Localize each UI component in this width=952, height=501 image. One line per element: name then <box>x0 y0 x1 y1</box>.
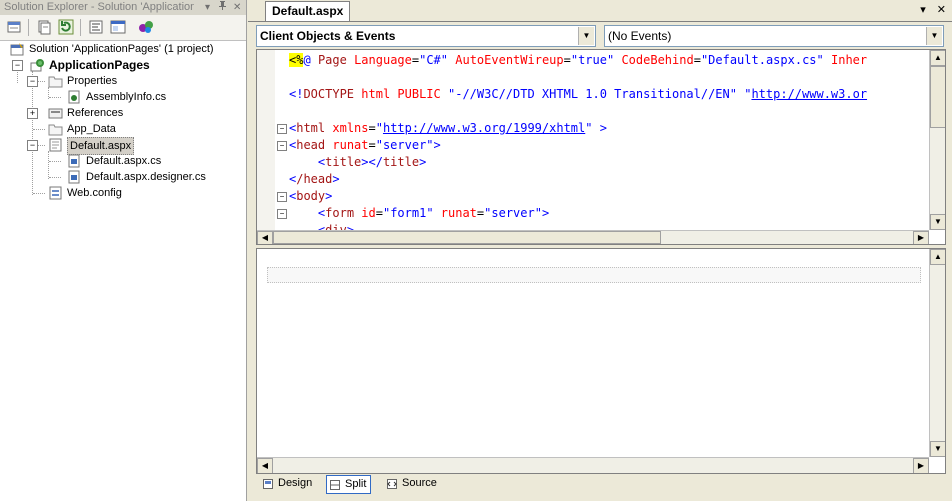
tab-default-aspx[interactable]: Default.aspx <box>265 1 351 21</box>
references-icon <box>48 106 63 120</box>
solution-tree: Solution 'ApplicationPages' (1 project) … <box>0 41 246 501</box>
show-all-files-icon[interactable] <box>36 19 52 35</box>
fold-toggle[interactable]: − <box>277 141 287 151</box>
code-line: <html xmlns="http://www.w3.org/1999/xhtm… <box>289 121 607 135</box>
design-form-outline[interactable] <box>267 267 921 283</box>
collapse-toggle[interactable]: − <box>12 60 23 71</box>
document-area: Default.aspx ▾ ✕ Client Objects & Events… <box>248 0 952 501</box>
source-editor[interactable]: − − − − <%@ Page Language="C#" AutoEvent… <box>256 49 946 245</box>
fold-toggle[interactable]: − <box>277 209 287 219</box>
design-view-icon <box>263 478 273 489</box>
view-code-icon[interactable] <box>88 19 104 35</box>
tab-list-dropdown-icon[interactable]: ▾ <box>920 4 926 16</box>
csharp-file-icon <box>67 154 82 168</box>
solution-explorer-title: Solution Explorer - Solution 'Applicatio… <box>4 1 194 13</box>
scroll-thumb[interactable] <box>930 66 945 128</box>
code-line: <title></title> <box>317 155 427 169</box>
pin-icon[interactable] <box>218 0 227 15</box>
design-vertical-scrollbar[interactable]: ▲ ▼ <box>929 249 945 457</box>
folder-icon <box>48 122 63 136</box>
source-view-button[interactable]: Source <box>384 475 441 492</box>
panel-close-icon[interactable]: ✕ <box>233 0 241 15</box>
toolbar-separator <box>28 19 29 36</box>
split-view-icon <box>330 479 340 490</box>
code-line: <head runat="server"> <box>289 138 441 152</box>
csharp-file-icon <box>67 90 82 104</box>
view-switcher: Design Split Source <box>256 474 944 496</box>
refresh-icon[interactable] <box>58 19 74 35</box>
web-project-icon <box>30 58 45 72</box>
solution-explorer-panel: Solution Explorer - Solution 'Applicatio… <box>0 0 247 501</box>
chevron-down-icon[interactable]: ▼ <box>926 27 942 45</box>
split-view-button[interactable]: Split <box>326 475 372 494</box>
code-line: <form id="form1" runat="server"> <box>317 206 550 220</box>
client-objects-dropdown[interactable]: Client Objects & Events ▼ <box>256 25 596 47</box>
fold-toggle[interactable]: − <box>277 192 287 202</box>
design-horizontal-scrollbar[interactable]: ◀ ▶ <box>257 457 929 473</box>
editor-gutter <box>257 50 275 230</box>
scroll-down-icon[interactable]: ▼ <box>930 214 945 230</box>
code-line: <!DOCTYPE html PUBLIC "-//W3C//DTD XHTML… <box>289 87 868 101</box>
document-tabstrip: Default.aspx ▾ ✕ <box>248 0 952 22</box>
navigation-bar: Client Objects & Events ▼ (No Events) ▼ <box>256 25 944 47</box>
close-document-icon[interactable]: ✕ <box>937 4 946 16</box>
expand-toggle[interactable]: + <box>27 108 38 119</box>
code-line: <div> <box>317 223 355 230</box>
scroll-right-icon[interactable]: ▶ <box>913 458 929 473</box>
aspx-file-icon <box>48 138 63 152</box>
solution-explorer-toolbar <box>0 15 246 41</box>
scroll-right-icon[interactable]: ▶ <box>913 231 929 244</box>
source-view-icon <box>387 478 397 489</box>
solution-icon <box>10 42 25 56</box>
config-file-icon <box>48 186 63 200</box>
solution-explorer-titlebar: Solution Explorer - Solution 'Applicatio… <box>0 0 246 15</box>
scroll-up-icon[interactable]: ▲ <box>930 249 945 265</box>
design-pane[interactable]: ▲ ▼ ◀ ▶ <box>256 248 946 474</box>
design-view-button[interactable]: Design <box>260 475 316 492</box>
code-line: <body> <box>289 189 333 203</box>
code-line: </head> <box>289 172 340 186</box>
code-line: <%@ Page Language="C#" AutoEventWireup="… <box>289 53 868 67</box>
scroll-up-icon[interactable]: ▲ <box>930 50 945 66</box>
scroll-left-icon[interactable]: ◀ <box>257 458 273 473</box>
collapse-toggle[interactable]: − <box>27 140 38 151</box>
scroll-thumb[interactable] <box>273 231 661 244</box>
panel-dropdown-icon[interactable]: ▾ <box>205 0 210 15</box>
toolbar-separator <box>80 19 81 36</box>
view-designer-icon[interactable] <box>110 19 126 35</box>
events-dropdown[interactable]: (No Events) ▼ <box>604 25 944 47</box>
copy-website-icon[interactable] <box>138 19 154 35</box>
editor-horizontal-scrollbar[interactable]: ◀ ▶ <box>257 230 929 244</box>
code-text[interactable]: <%@ Page Language="C#" AutoEventWireup="… <box>289 50 929 230</box>
properties-icon[interactable] <box>6 19 22 35</box>
editor-vertical-scrollbar[interactable]: ▲ ▼ <box>929 50 945 230</box>
chevron-down-icon[interactable]: ▼ <box>578 27 594 45</box>
folder-icon <box>48 74 63 88</box>
fold-toggle[interactable]: − <box>277 124 287 134</box>
collapse-toggle[interactable]: − <box>27 76 38 87</box>
csharp-file-icon <box>67 170 82 184</box>
scroll-left-icon[interactable]: ◀ <box>257 231 273 244</box>
scroll-down-icon[interactable]: ▼ <box>930 441 945 457</box>
